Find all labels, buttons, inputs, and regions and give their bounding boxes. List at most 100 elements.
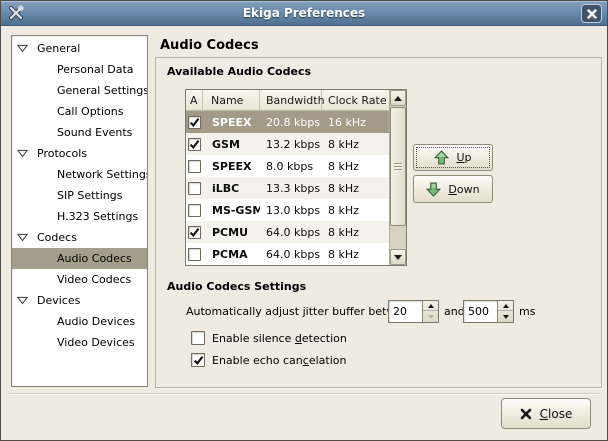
codec-cell-name: MS-GSM (203, 204, 260, 217)
check-icon (189, 117, 200, 128)
sidebar-item-video-devices[interactable]: Video Devices (12, 332, 147, 353)
sidebar-section-label: Devices (37, 294, 80, 307)
sidebar-item-h-323-settings[interactable]: H.323 Settings (12, 206, 147, 227)
codec-row-gsm-1[interactable]: GSM13.2 kbps8 kHz (186, 133, 389, 155)
expander-open-icon[interactable] (17, 233, 28, 242)
codec-row-pcma-6[interactable]: PCMA64.0 kbps8 kHz (186, 243, 389, 265)
move-up-label: Up (456, 151, 471, 164)
codec-enabled-checkbox[interactable] (188, 138, 201, 151)
sidebar-item-sound-events[interactable]: Sound Events (12, 122, 147, 143)
window-close-button[interactable] (581, 4, 602, 23)
sidebar-item-call-options[interactable]: Call Options (12, 101, 147, 122)
codec-row-ms-gsm-4[interactable]: MS-GSM13.0 kbps8 kHz (186, 199, 389, 221)
sidebar-item-label: Video Codecs (57, 273, 131, 286)
sidebar-item-label: SIP Settings (57, 189, 122, 202)
scrollbar-thumb[interactable] (390, 107, 406, 226)
move-down-button[interactable]: Down (413, 175, 493, 203)
codec-row-speex-2[interactable]: SPEEX8.0 kbps8 kHz (186, 155, 389, 177)
silence-detection-checkbox[interactable] (191, 331, 205, 345)
codec-cell-bandwidth: 64.0 kbps (260, 248, 322, 261)
green-arrow-up-icon (434, 150, 449, 165)
codec-cell-name: GSM (203, 138, 260, 151)
column-header-a[interactable]: A (186, 90, 203, 110)
sidebar-section-label: Protocols (37, 147, 87, 160)
codec-cell-clock-rate: 8 kHz (322, 226, 389, 239)
sidebar-item-label: Audio Devices (57, 315, 135, 328)
titlebar[interactable]: Ekiga Preferences (1, 1, 607, 26)
column-header-name[interactable]: Name (203, 90, 260, 110)
sidebar-item-audio-devices[interactable]: Audio Devices (12, 311, 147, 332)
jitter-max-spin-buttons (497, 301, 513, 322)
scroll-down-button[interactable] (390, 249, 406, 265)
sidebar-item-general-settings[interactable]: General Settings (12, 80, 147, 101)
spin-down-button[interactable] (498, 312, 513, 322)
close-button-label: Close (540, 407, 573, 421)
green-arrow-down-icon (426, 182, 441, 197)
codec-row-speex-0[interactable]: SPEEX20.8 kbps16 kHz (186, 111, 389, 133)
check-icon (189, 139, 200, 150)
close-x-icon (587, 9, 597, 19)
codec-enabled-checkbox[interactable] (188, 182, 201, 195)
check-icon (189, 227, 200, 238)
table-scrollbar[interactable] (389, 90, 406, 265)
sidebar-item-personal-data[interactable]: Personal Data (12, 59, 147, 80)
jitter-buffer-label: Automatically adjust jitter buffer betwe… (186, 305, 416, 318)
codec-cell-clock-rate: 8 kHz (322, 248, 389, 261)
spin-up-button[interactable] (498, 301, 513, 311)
move-up-button[interactable]: Up (413, 144, 493, 171)
ms-unit-label: ms (519, 305, 535, 318)
codec-enabled-checkbox[interactable] (188, 226, 201, 239)
codec-enabled-checkbox[interactable] (188, 160, 201, 173)
close-button[interactable]: Close (501, 398, 591, 429)
jitter-max-spinner (463, 300, 514, 323)
codec-row-ilbc-3[interactable]: iLBC13.3 kbps8 kHz (186, 177, 389, 199)
column-header-bandwidth[interactable]: Bandwidth (260, 90, 322, 110)
codec-enabled-checkbox[interactable] (188, 248, 201, 261)
silence-detection-label[interactable]: Enable silence detection (212, 332, 347, 345)
spin-up-button[interactable] (423, 301, 438, 311)
codec-cell-name: SPEEX (203, 116, 260, 129)
sidebar-item-audio-codecs[interactable]: Audio Codecs (12, 248, 147, 269)
close-x-glyph-icon (520, 408, 532, 420)
codec-cell-bandwidth: 8.0 kbps (260, 160, 322, 173)
codec-enabled-checkbox[interactable] (188, 116, 201, 129)
sidebar-item-video-codecs[interactable]: Video Codecs (12, 269, 147, 290)
spin-down-icon (503, 315, 509, 319)
scroll-up-button[interactable] (390, 90, 406, 106)
codec-cell-enabled (186, 138, 203, 151)
jitter-max-input[interactable] (464, 301, 497, 322)
scroll-up-icon (394, 96, 402, 101)
codec-row-pcmu-5[interactable]: PCMU64.0 kbps8 kHz (186, 221, 389, 243)
sidebar-section-protocols[interactable]: Protocols (12, 143, 147, 164)
sidebar-item-network-settings[interactable]: Network Settings (12, 164, 147, 185)
scroll-down-icon (394, 255, 402, 260)
sidebar-item-label: Personal Data (57, 63, 134, 76)
echo-cancelation-label[interactable]: Enable echo cancelation (212, 354, 346, 367)
expander-open-icon[interactable] (17, 44, 28, 53)
codec-cell-enabled (186, 204, 203, 217)
sidebar-item-label: Sound Events (57, 126, 132, 139)
sidebar-section-general[interactable]: General (12, 38, 147, 59)
check-icon (193, 355, 204, 366)
expander-open-icon[interactable] (17, 149, 28, 158)
codec-cell-bandwidth: 20.8 kbps (260, 116, 322, 129)
sidebar-item-label: Call Options (57, 105, 123, 118)
codec-enabled-checkbox[interactable] (188, 204, 201, 217)
codec-cell-enabled (186, 226, 203, 239)
spin-up-icon (428, 304, 434, 308)
sidebar-item-label: Audio Codecs (57, 252, 132, 265)
sidebar-item-label: Network Settings (57, 168, 148, 181)
echo-cancelation-checkbox[interactable] (191, 353, 205, 367)
sidebar-section-devices[interactable]: Devices (12, 290, 147, 311)
codec-cell-name: PCMU (203, 226, 260, 239)
codec-cell-clock-rate: 16 kHz (322, 116, 389, 129)
sidebar-item-sip-settings[interactable]: SIP Settings (12, 185, 147, 206)
column-header-clock-rate[interactable]: Clock Rate (322, 90, 389, 110)
expander-open-icon[interactable] (17, 296, 28, 305)
jitter-min-input[interactable] (389, 301, 422, 322)
codec-cell-bandwidth: 64.0 kbps (260, 226, 322, 239)
ekiga-preferences-window: Ekiga Preferences General Personal Data Ge… (0, 0, 608, 441)
sidebar-section-codecs[interactable]: Codecs (12, 227, 147, 248)
main-frame: Available Audio Codecs A Name Bandwidth … (155, 57, 602, 388)
spin-down-button[interactable] (423, 312, 438, 322)
